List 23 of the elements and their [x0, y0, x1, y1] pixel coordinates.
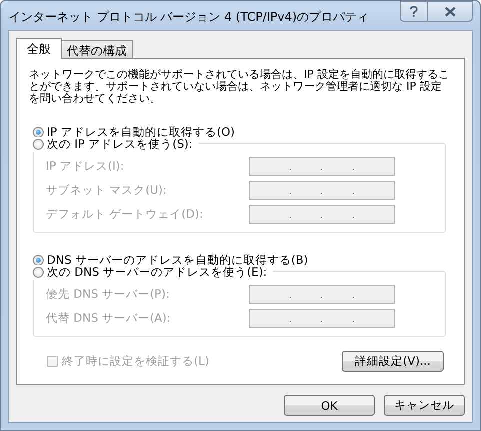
- ip-address-field[interactable]: [249, 181, 395, 200]
- ip-address-field[interactable]: [249, 205, 395, 224]
- close-icon: [444, 6, 456, 16]
- field-label: IP アドレス(I):: [46, 159, 124, 174]
- advanced-button[interactable]: 詳細設定(V)...: [342, 351, 444, 372]
- window-title: インターネット プロトコル バージョン 4 (TCP/IPv4)のプロパティ: [9, 9, 370, 26]
- field-label: 優先 DNS サーバー(P):: [46, 287, 170, 302]
- help-icon: [410, 6, 418, 18]
- dialog-button[interactable]: キャンセル: [384, 395, 465, 416]
- tab[interactable]: 全般: [16, 38, 62, 59]
- close-button[interactable]: [427, 1, 473, 22]
- radio-option[interactable]: 次の DNS サーバーのアドレスを使う(E):: [33, 265, 274, 280]
- field-label: サブネット マスク(U):: [46, 183, 167, 198]
- help-button[interactable]: [400, 1, 427, 22]
- tab[interactable]: 代替の構成: [61, 40, 133, 58]
- radio-option[interactable]: 次の IP アドレスを使う(S):: [33, 137, 199, 152]
- field-label: 代替 DNS サーバー(A):: [46, 311, 171, 326]
- dialog-button[interactable]: OK: [284, 395, 375, 416]
- ip-address-field[interactable]: [249, 309, 395, 328]
- ip-address-field[interactable]: [249, 285, 395, 304]
- ip-address-field[interactable]: [249, 157, 395, 176]
- field-label: デフォルト ゲートウェイ(D):: [46, 207, 204, 222]
- description-text: ネットワークでこの機能がサポートされている場合は、IP 設定を自動的に取得することができます。サポートされていない場合は、ネットワーク管理者に適切な IP 設定を問い合わせてください。: [29, 69, 450, 105]
